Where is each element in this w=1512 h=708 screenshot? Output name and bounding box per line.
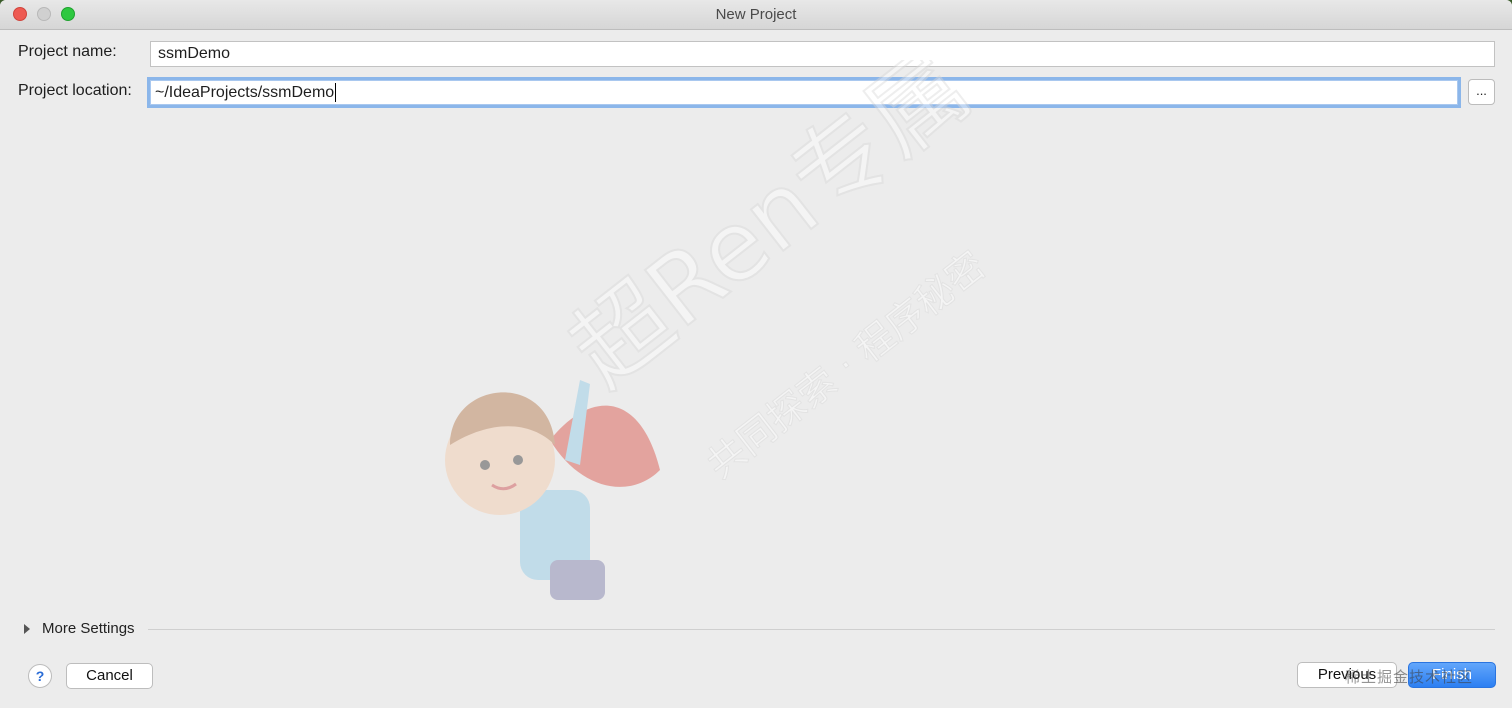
text-caret [335,83,337,102]
watermark-mascot [445,380,660,600]
project-name-value: ssmDemo [158,45,231,62]
disclosure-arrow-icon [24,623,30,634]
watermark-brand: 超Ren专属 [550,60,990,408]
watermark-footer-text: 稀土掘金技术社区 [1345,669,1474,686]
cancel-button[interactable]: Cancel [66,663,153,689]
project-name-label: Project name: [18,43,117,60]
more-settings-toggle[interactable]: More Settings [24,620,135,637]
watermark-image: 超Ren专属 共同探索 · 程序秘密 [445,60,994,600]
project-location-value: ~/IdeaProjects/ssmDemo [155,83,335,101]
window-title: New Project [715,6,797,23]
more-settings-label: More Settings [42,620,135,637]
title-bar: New Project [0,0,1512,30]
help-button[interactable]: ? [28,664,52,688]
more-settings-divider [148,629,1495,630]
project-location-label: Project location: [18,82,132,99]
new-project-dialog: New Project Project name: ssmDemo Projec… [0,0,1512,708]
browse-location-button[interactable]: ... [1468,79,1495,105]
